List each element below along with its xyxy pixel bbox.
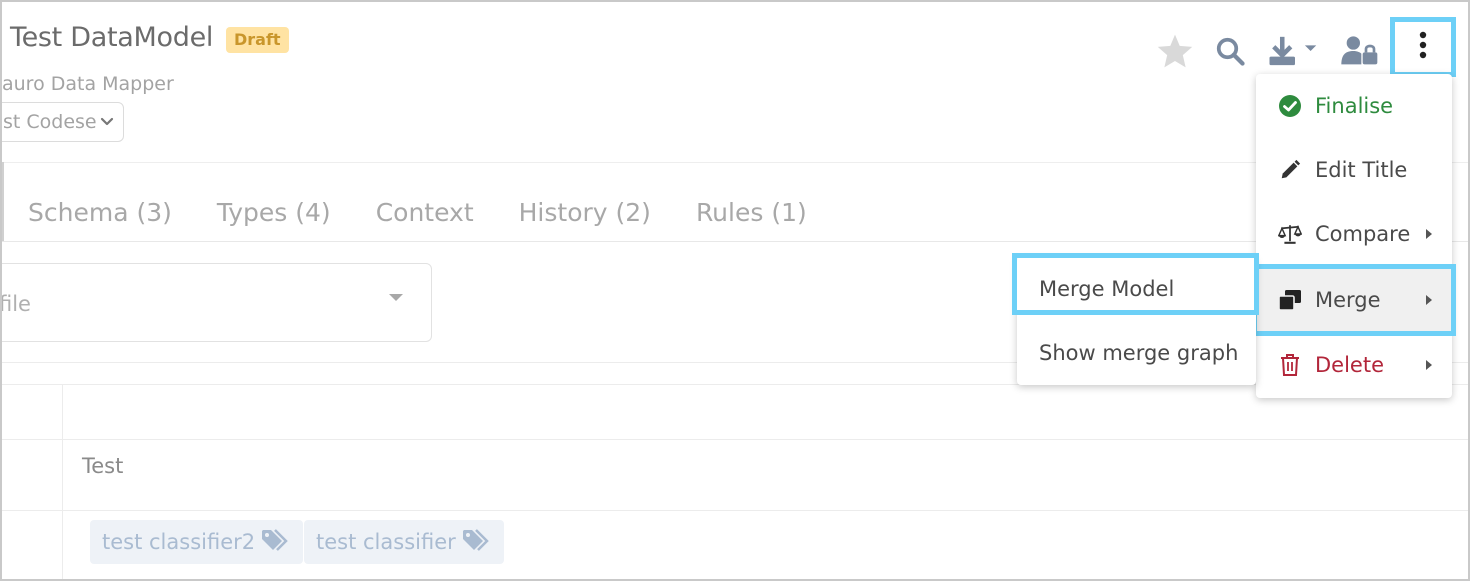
actions-menu: Finalise Edit Title Compare Merge Delete xyxy=(1256,74,1452,398)
caret-down-icon xyxy=(389,294,403,301)
tab-bar: Schema (3) Types (4) Context History (2)… xyxy=(28,198,852,232)
merge-highlight-box xyxy=(1252,264,1456,336)
menu-item-label: Edit Title xyxy=(1315,158,1408,182)
profile-select[interactable]: file xyxy=(0,263,432,342)
classifier-tag-label: test classifier xyxy=(316,530,456,554)
profile-select-placeholder: file xyxy=(0,292,31,316)
menu-item-delete[interactable]: Delete xyxy=(1256,333,1452,397)
check-circle-icon xyxy=(1278,94,1302,118)
version-select-value: st Codese xyxy=(3,111,97,133)
trash-icon xyxy=(1278,353,1302,377)
more-vertical-icon xyxy=(1418,31,1428,63)
classifier-tag-label: test classifier2 xyxy=(102,530,256,554)
menu-item-finalise[interactable]: Finalise xyxy=(1256,74,1452,138)
merge-model-highlight-box xyxy=(1012,253,1259,315)
description-text: Test xyxy=(82,454,124,478)
header-divider xyxy=(2,162,1468,163)
chevron-down-icon xyxy=(99,103,115,141)
menu-item-label: Compare xyxy=(1315,222,1411,246)
menu-item-label: Finalise xyxy=(1315,94,1394,118)
left-edge xyxy=(2,162,4,242)
tab-schema[interactable]: Schema (3) xyxy=(28,198,172,232)
table-row-line xyxy=(2,439,1468,440)
caret-right-icon xyxy=(1426,229,1432,239)
menu-item-label: Delete xyxy=(1315,353,1384,377)
classifier-tag[interactable]: test classifier2 xyxy=(90,520,304,564)
star-icon[interactable] xyxy=(1155,30,1195,72)
page-title: Test DataModel xyxy=(10,22,214,53)
download-icon[interactable] xyxy=(1264,30,1326,72)
balance-scale-icon xyxy=(1278,222,1302,246)
tags-icon xyxy=(261,528,291,557)
pencil-icon xyxy=(1278,158,1302,182)
tab-history[interactable]: History (2) xyxy=(519,198,651,232)
submenu-item-show-merge-graph[interactable]: Show merge graph xyxy=(1017,321,1256,385)
page-subtitle: auro Data Mapper xyxy=(2,73,174,95)
version-select[interactable]: st Codese xyxy=(2,102,124,142)
table-row-line xyxy=(2,510,1468,511)
menu-item-edit-title[interactable]: Edit Title xyxy=(1256,138,1452,202)
tab-types[interactable]: Types (4) xyxy=(217,198,331,232)
classifier-tag[interactable]: test classifier xyxy=(304,520,504,564)
caret-right-icon xyxy=(1426,360,1432,370)
more-options-button[interactable] xyxy=(1390,17,1456,77)
user-lock-icon[interactable] xyxy=(1340,30,1380,72)
table-column-divider xyxy=(62,384,63,579)
app-frame: Test DataModel Draft auro Data Mapper st… xyxy=(0,0,1470,581)
tags-icon xyxy=(462,528,492,557)
status-badge: Draft xyxy=(226,27,289,53)
menu-item-compare[interactable]: Compare xyxy=(1256,202,1452,266)
search-icon[interactable] xyxy=(1212,30,1248,72)
tab-rules[interactable]: Rules (1) xyxy=(696,198,807,232)
tabs-divider xyxy=(2,241,1468,242)
tab-context[interactable]: Context xyxy=(376,198,474,232)
